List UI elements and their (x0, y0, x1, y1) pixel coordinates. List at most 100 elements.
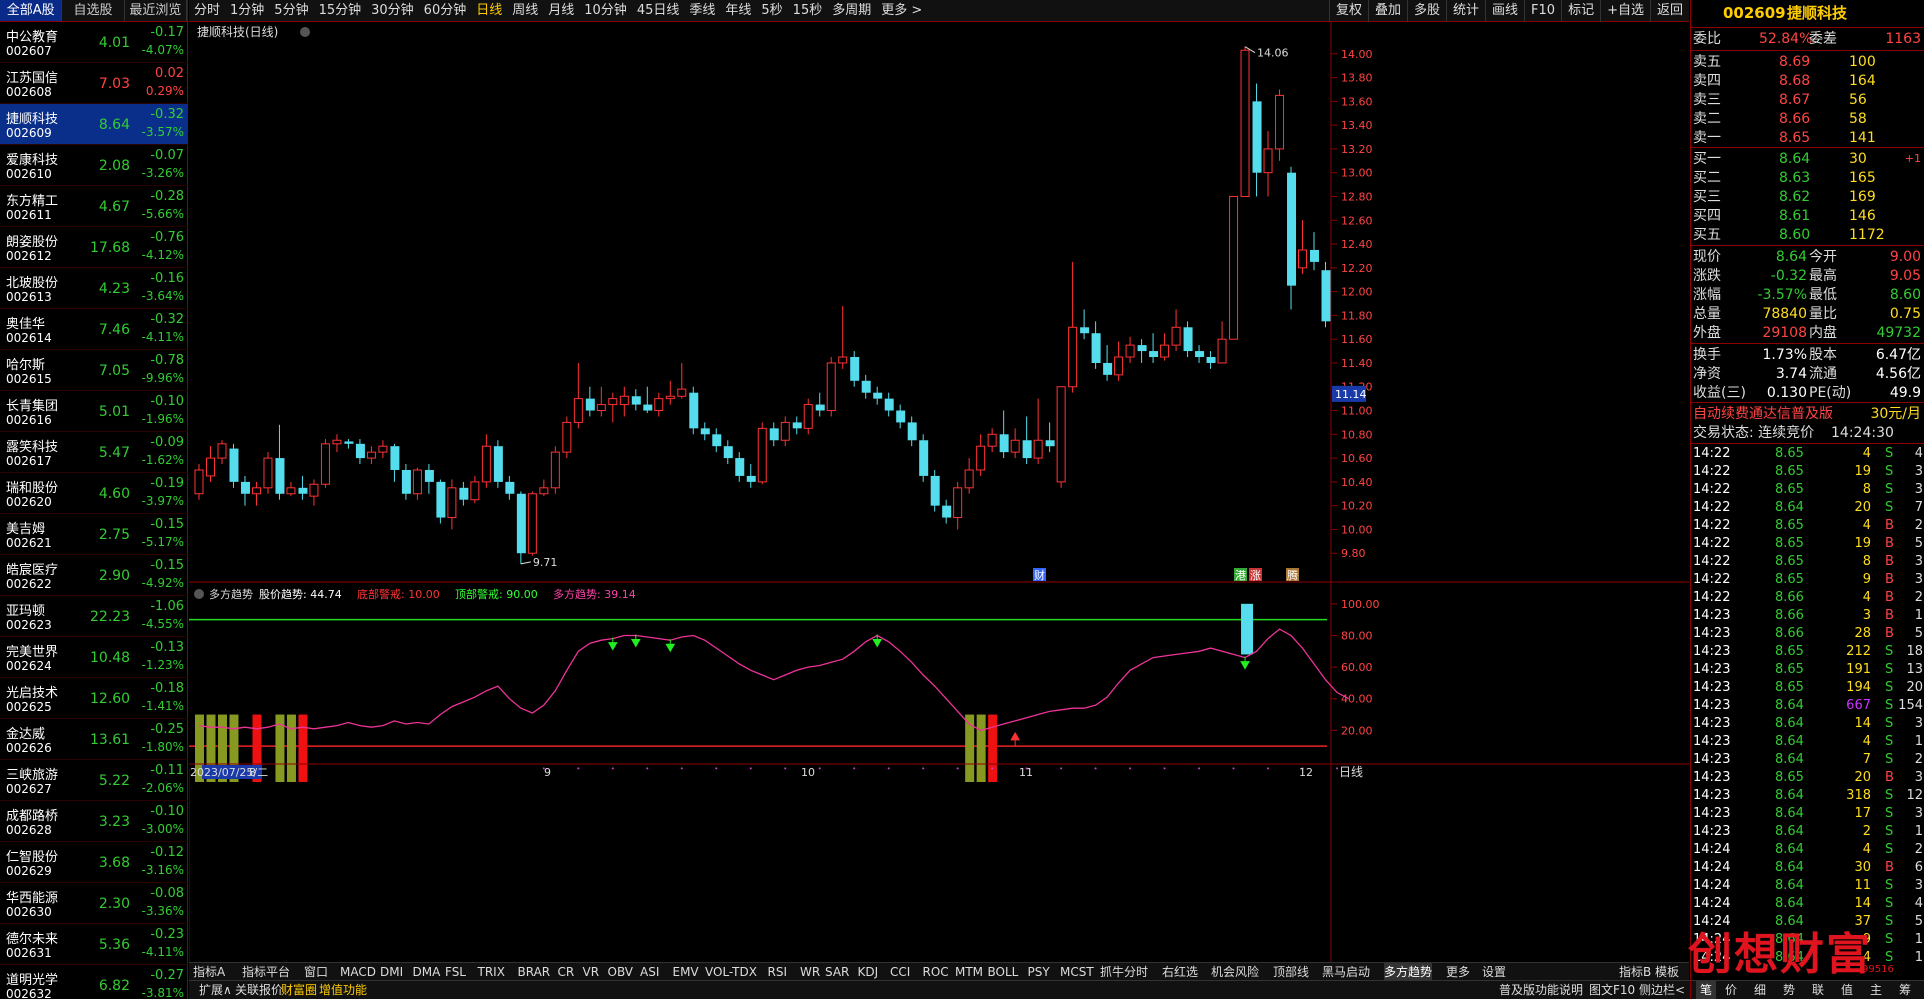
bottom-link[interactable]: 普及版功能说明 (1499, 981, 1583, 999)
period-0[interactable]: 分时 (189, 0, 225, 21)
indicator-tab[interactable]: TRIX (478, 963, 505, 981)
indicator-tab[interactable]: 顶部线 (1273, 963, 1309, 981)
period-7[interactable]: 周线 (507, 0, 543, 21)
stock-row[interactable]: 美吉姆 002621 2.75 -0.15 -5.17% (0, 514, 188, 555)
stock-row[interactable]: 德尔未来 002631 5.36 -0.23 -4.11% (0, 924, 188, 965)
bid-price[interactable]: 8.63 (1779, 169, 1810, 187)
ask-price[interactable]: 8.66 (1779, 110, 1810, 128)
period-16[interactable]: 更多 > (876, 0, 927, 21)
indicator-tab[interactable]: BRAR (518, 963, 551, 981)
period-4[interactable]: 30分钟 (366, 0, 419, 21)
ask-price[interactable]: 8.67 (1779, 91, 1810, 109)
bid-price[interactable]: 8.61 (1779, 207, 1810, 225)
indicator-tab[interactable]: ROC (923, 963, 949, 981)
toolbar-action-4[interactable]: 画线 (1485, 0, 1524, 22)
toolbar-action-1[interactable]: 叠加 (1367, 0, 1407, 22)
indicator-tab[interactable]: SAR (825, 963, 849, 981)
period-10[interactable]: 45日线 (632, 0, 685, 21)
toolbar-action-6[interactable]: 标记 (1561, 0, 1600, 22)
stock-row[interactable]: 三峡旅游 002627 5.22 -0.11 -2.06% (0, 760, 188, 801)
ask-price[interactable]: 8.68 (1779, 72, 1810, 90)
indicator-tab[interactable]: BOLL (988, 963, 1019, 981)
stock-row[interactable]: 瑞和股份 002620 4.60 -0.19 -3.97% (0, 473, 188, 514)
stock-row[interactable]: 捷顺科技 002609 8.64 -0.32 -3.57% (0, 104, 188, 145)
indicator-tab[interactable]: 设置 (1482, 963, 1506, 981)
bottom-link[interactable]: 图文F10 (1589, 981, 1635, 999)
period-2[interactable]: 5分钟 (269, 0, 313, 21)
indicator-menu-icon[interactable] (194, 589, 204, 599)
bid-price[interactable]: 8.60 (1779, 226, 1810, 244)
indicator-tab[interactable]: FSL (445, 963, 466, 981)
period-15[interactable]: 多周期 (827, 0, 876, 21)
stock-row[interactable]: 华西能源 002630 2.30 -0.08 -3.36% (0, 883, 188, 924)
ask-price[interactable]: 8.69 (1779, 53, 1810, 71)
stock-row[interactable]: 金达威 002626 13.61 -0.25 -1.80% (0, 719, 188, 760)
period-13[interactable]: 5秒 (756, 0, 787, 21)
stock-row[interactable]: 哈尔斯 002615 7.05 -0.78 -9.96% (0, 350, 188, 391)
stock-row[interactable]: 江苏国信 002608 7.03 0.02 0.29% (0, 63, 188, 104)
indicator-tab[interactable]: VOL-TDX (705, 963, 757, 981)
indicator-tab[interactable]: RSI (768, 963, 788, 981)
bottom-link[interactable]: 侧边栏< (1639, 981, 1685, 999)
indicator-tab[interactable]: ASI (640, 963, 659, 981)
indicator-tab[interactable]: MACD (340, 963, 376, 981)
indicator-tab[interactable]: CCI (890, 963, 910, 981)
indicator-tab[interactable]: 机会风险 (1211, 963, 1259, 981)
indicator-tab[interactable]: 指标平台 (242, 963, 290, 981)
tab-watchlist[interactable]: 自选股 (62, 0, 125, 21)
stock-row[interactable]: 亚玛顿 002623 22.23 -1.06 -4.55% (0, 596, 188, 637)
promo-text[interactable]: 自动续费通达信普及版 (1693, 405, 1833, 423)
indicator-tab[interactable]: DMA (413, 963, 441, 981)
period-6[interactable]: 日线 (471, 0, 507, 21)
stock-row[interactable]: 光启技术 002625 12.60 -0.18 -1.41% (0, 678, 188, 719)
period-3[interactable]: 15分钟 (314, 0, 367, 21)
indicator-tab[interactable]: DMI (380, 963, 403, 981)
stock-row[interactable]: 北玻股份 002613 4.23 -0.16 -3.64% (0, 268, 188, 309)
stock-row[interactable]: 仁智股份 002629 3.68 -0.12 -3.16% (0, 842, 188, 883)
indicator-tab[interactable]: WR (800, 963, 820, 981)
bottom-action[interactable]: 扩展∧ (199, 981, 232, 999)
stock-row[interactable]: 东方精工 002611 4.67 -0.28 -5.66% (0, 186, 188, 227)
indicator-tab[interactable]: 抓牛分时 (1100, 963, 1148, 981)
indicator-tab[interactable]: 更多 (1446, 963, 1470, 981)
toolbar-action-5[interactable]: F10 (1524, 0, 1561, 22)
stock-row[interactable]: 完美世界 002624 10.48 -0.13 -1.23% (0, 637, 188, 678)
ask-price[interactable]: 8.65 (1779, 129, 1810, 147)
event-mark[interactable]: 财 (1034, 568, 1045, 582)
indicator-tab[interactable]: 黑马启动 (1322, 963, 1370, 981)
toolbar-action-2[interactable]: 多股 (1406, 0, 1446, 22)
indicator-tab[interactable]: 右红选 (1162, 963, 1198, 981)
promo-price[interactable]: 30元/月 (1870, 405, 1921, 423)
period-14[interactable]: 15秒 (788, 0, 828, 21)
stock-row[interactable]: 道明光学 002632 6.82 -0.27 -3.81% (0, 965, 188, 999)
toolbar-action-7[interactable]: +自选 (1600, 0, 1650, 22)
indicator-side-tab[interactable]: 指标B (1619, 963, 1651, 981)
indicator-side-tab[interactable]: 模板 (1655, 963, 1679, 981)
bottom-action[interactable]: 财富圈 (281, 981, 317, 999)
indicator-tab[interactable]: MTM (955, 963, 983, 981)
indicator-tab[interactable]: KDJ (858, 963, 879, 981)
indicator-tab[interactable]: PSY (1028, 963, 1050, 981)
indicator-tab[interactable]: MCST (1060, 963, 1094, 981)
stock-row[interactable]: 中公教育 002607 4.01 -0.17 -4.07% (0, 22, 188, 63)
indicator-tab[interactable]: OBV (608, 963, 634, 981)
stock-row[interactable]: 成都路桥 002628 3.23 -0.10 -3.00% (0, 801, 188, 842)
period-label[interactable]: 日线 (1339, 765, 1363, 779)
indicator-tab[interactable]: VR (583, 963, 600, 981)
period-8[interactable]: 月线 (543, 0, 579, 21)
bottom-action[interactable]: 增值功能 (319, 981, 367, 999)
stock-row[interactable]: 奥佳华 002614 7.46 -0.32 -4.11% (0, 309, 188, 350)
bid-price[interactable]: 8.62 (1779, 188, 1810, 206)
tab-all-a-shares[interactable]: 全部A股 (0, 0, 63, 21)
period-9[interactable]: 10分钟 (579, 0, 632, 21)
period-11[interactable]: 季线 (684, 0, 720, 21)
event-mark[interactable]: 涨 (1250, 569, 1261, 582)
stock-row[interactable]: 长青集团 002616 5.01 -0.10 -1.96% (0, 391, 188, 432)
toolbar-action-3[interactable]: 统计 (1446, 0, 1485, 22)
event-mark[interactable]: 腾 (1287, 568, 1298, 582)
indicator-tab[interactable]: EMV (673, 963, 699, 981)
period-5[interactable]: 60分钟 (419, 0, 472, 21)
stock-row[interactable]: 露笑科技 002617 5.47 -0.09 -1.62% (0, 432, 188, 473)
indicator-tab[interactable]: 窗口 (304, 963, 328, 981)
stock-row[interactable]: 皓宸医疗 002622 2.90 -0.15 -4.92% (0, 555, 188, 596)
